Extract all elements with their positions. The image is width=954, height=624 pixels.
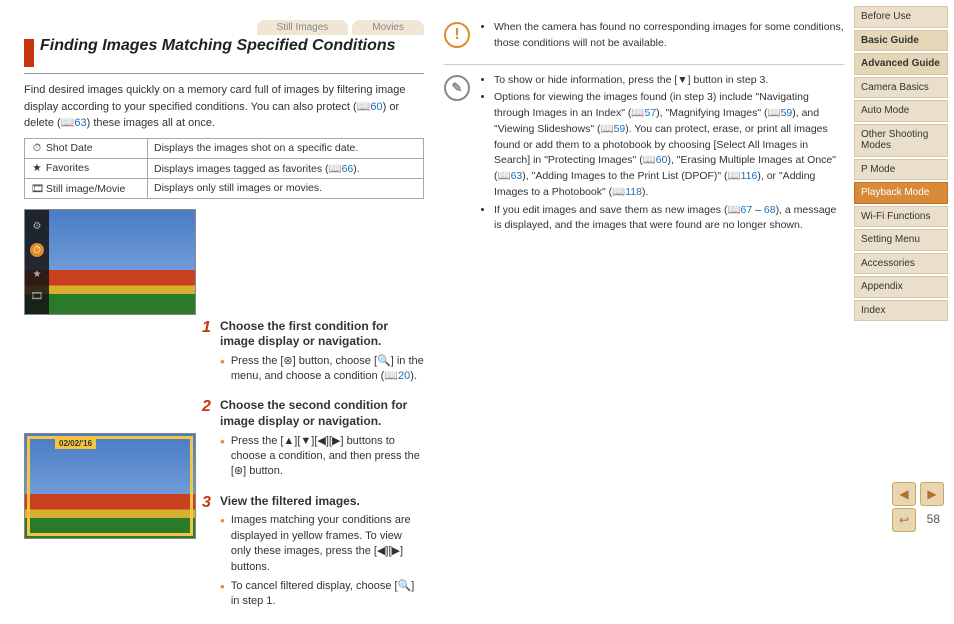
step-2: 2 Choose the second condition for image … [202, 398, 424, 479]
table-row: ⏱ Shot DateDisplays the images shot on a… [25, 138, 424, 158]
sidebar-item-playback-mode[interactable]: Playback Mode [854, 182, 948, 204]
sidebar-item-basic-guide[interactable]: Basic Guide [854, 30, 948, 52]
page-ref-20[interactable]: 20 [398, 370, 410, 382]
conditions-table: ⏱ Shot DateDisplays the images shot on a… [24, 138, 424, 199]
divider [444, 64, 844, 65]
star-icon: ★ [31, 162, 43, 174]
sidebar-item-auto-mode[interactable]: Auto Mode [854, 100, 948, 122]
navigation-sidebar: Before UseBasic GuideAdvanced GuideCamer… [854, 6, 948, 321]
table-row: ★ FavoritesDisplays images tagged as fav… [25, 158, 424, 178]
tab-movies: Movies [352, 20, 424, 35]
warning-note: ! When the camera has found no correspon… [444, 20, 844, 54]
sidebar-item-p-mode[interactable]: P Mode [854, 159, 948, 181]
prev-page-button[interactable]: ◀ [892, 482, 916, 506]
sidebar-item-index[interactable]: Index [854, 300, 948, 322]
clock-icon: ⏱ [31, 142, 43, 155]
page-nav-buttons: ◀ ▶ ↩ [892, 482, 944, 506]
intro-paragraph: Find desired images quickly on a memory … [24, 82, 424, 132]
table-row: 🎞 Still image/MovieDisplays only still i… [25, 178, 424, 198]
sidebar-item-advanced-guide[interactable]: Advanced Guide [854, 53, 948, 75]
sidebar-item-camera-basics[interactable]: Camera Basics [854, 77, 948, 99]
next-page-button[interactable]: ▶ [920, 482, 944, 506]
right-column: ! When the camera has found no correspon… [444, 20, 844, 624]
yellow-selection-frame [27, 436, 193, 536]
page-ref-66[interactable]: 66 [342, 163, 354, 175]
step-3: 3 View the filtered images. Images match… [202, 494, 424, 610]
section-title: Finding Images Matching Specified Condit… [24, 37, 424, 74]
sidebar-item-wi-fi-functions[interactable]: Wi-Fi Functions [854, 206, 948, 228]
sidebar-item-other-shooting-modes[interactable]: Other Shooting Modes [854, 124, 948, 157]
filter-icon: ⚙ [33, 221, 42, 232]
filter-icon: ★ [33, 269, 42, 280]
step-1: 1 Choose the first condition for image d… [202, 319, 424, 385]
tab-still-images: Still Images [257, 20, 349, 35]
left-column: Still Images Movies Finding Images Match… [24, 20, 424, 624]
title-text: Finding Images Matching Specified Condit… [40, 37, 396, 55]
media-tabs: Still Images Movies [24, 20, 424, 35]
info-note: ✎ To show or hide information, press the… [444, 73, 844, 237]
film-icon: 🎞 [31, 182, 43, 195]
camera-screenshot-1: ⚙ ⏱ ★ 🎞 [24, 209, 196, 315]
sidebar-item-before-use[interactable]: Before Use [854, 6, 948, 28]
return-button[interactable]: ↩ [892, 508, 916, 532]
filter-icon: 🎞 [31, 291, 44, 302]
filter-icon-band: ⚙ ⏱ ★ 🎞 [25, 210, 49, 314]
selected-filter-icon: ⏱ [30, 243, 44, 257]
sidebar-item-setting-menu[interactable]: Setting Menu [854, 229, 948, 251]
camera-screenshot-2: 02/02/'16 [24, 433, 196, 539]
sidebar-item-appendix[interactable]: Appendix [854, 276, 948, 298]
pencil-icon: ✎ [444, 75, 470, 101]
page-ref-63[interactable]: 63 [74, 117, 86, 129]
page-number: 58 [927, 512, 940, 526]
steps-list: 1 Choose the first condition for image d… [202, 319, 424, 610]
sidebar-item-accessories[interactable]: Accessories [854, 253, 948, 275]
page-ref-60[interactable]: 60 [370, 101, 382, 113]
warning-icon: ! [444, 22, 470, 48]
title-accent-bar [24, 39, 34, 67]
